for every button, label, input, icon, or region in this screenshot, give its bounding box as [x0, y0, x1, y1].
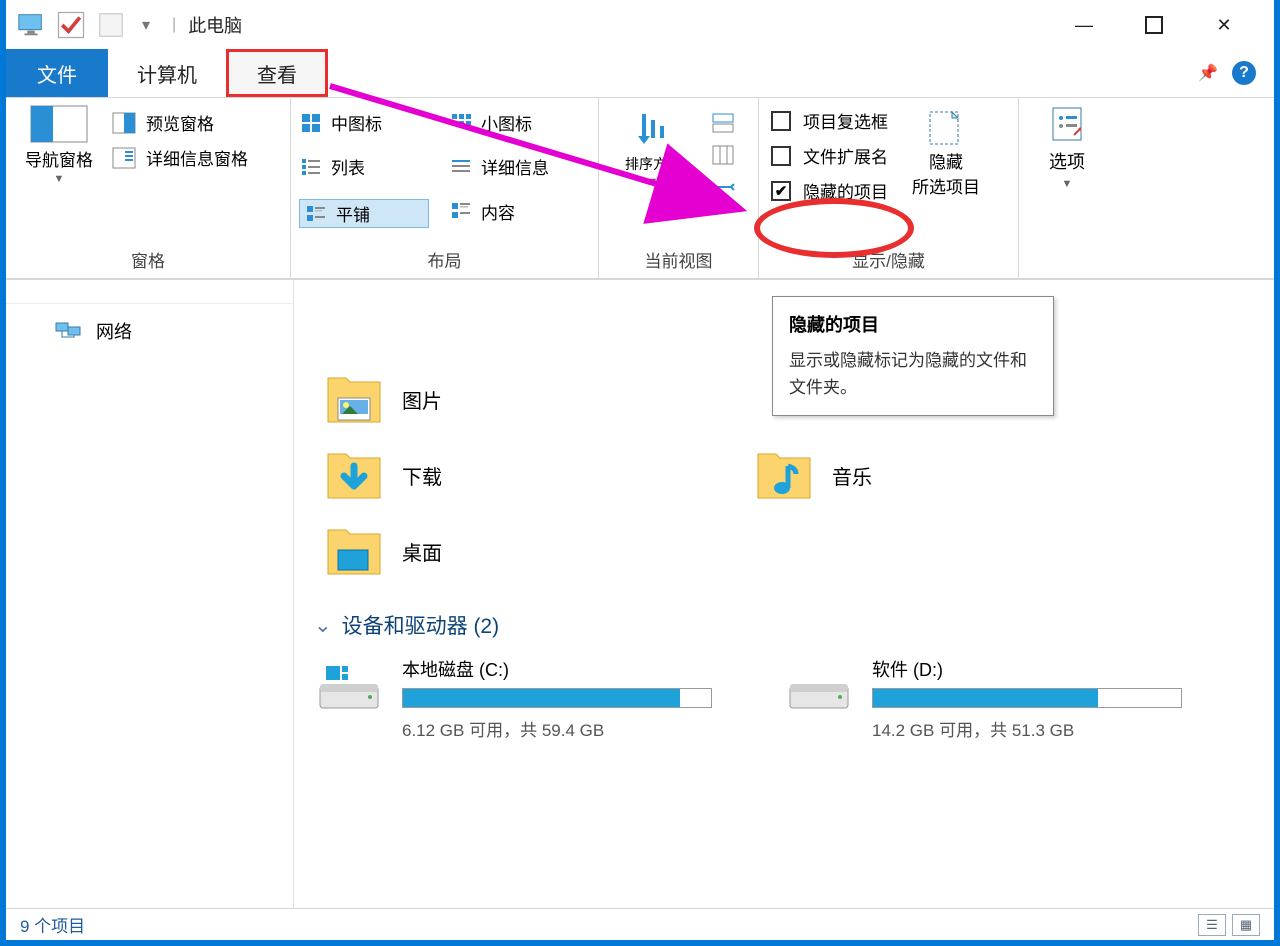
options-button[interactable]: 选项 ▼ — [1047, 104, 1087, 190]
drive-usage-bar — [872, 688, 1182, 708]
ribbon: 导航窗格 ▼ 预览窗格 详细信息窗格 窗格 中图标 — [6, 98, 1274, 280]
layout-details[interactable]: 详细信息 — [449, 154, 579, 179]
tab-file[interactable]: 文件 — [6, 49, 108, 97]
details-pane-button[interactable]: 详细信息窗格 — [112, 145, 248, 170]
chevron-down-icon: ⌄ — [314, 613, 332, 638]
folder-icon — [754, 448, 814, 502]
tooltip-body: 显示或隐藏标记为隐藏的文件和文件夹。 — [789, 347, 1037, 401]
hide-selected-button[interactable]: 隐藏 所选项目 — [902, 108, 990, 198]
help-icon[interactable]: ? — [1232, 61, 1256, 85]
drive-usage-bar — [402, 688, 712, 708]
titlebar: ▾ | 此电脑 — ✕ — [6, 0, 1274, 50]
qat-dropdown-icon[interactable]: ▾ — [136, 15, 156, 35]
folder-music[interactable]: 音乐 — [744, 442, 1174, 508]
checkbox-hidden-items[interactable]: 隐藏的项目 — [771, 178, 888, 203]
folder-pictures[interactable]: 图片 — [314, 366, 744, 432]
navigation-sidebar: 网络 — [6, 280, 294, 908]
size-columns-icon[interactable] — [711, 176, 735, 198]
status-item-count: 9 个项目 — [20, 912, 85, 937]
blank-qat-icon[interactable] — [96, 10, 126, 40]
folder-desktop[interactable]: 桌面 — [314, 518, 744, 584]
status-bar: 9 个项目 ☰ ▦ — [6, 908, 1274, 940]
tab-view[interactable]: 查看 — [226, 49, 328, 97]
tooltip-title: 隐藏的项目 — [789, 311, 1037, 337]
group-panes-label: 窗格 — [14, 243, 282, 276]
checkbox-item-checkboxes[interactable]: 项目复选框 — [771, 108, 888, 133]
tab-computer[interactable]: 计算机 — [108, 49, 226, 97]
folder-icon — [324, 372, 384, 426]
layout-small[interactable]: 小图标 — [449, 110, 579, 135]
folder-icon — [324, 448, 384, 502]
drive-d[interactable]: 软件 (D:) 14.2 GB 可用，共 51.3 GB — [784, 656, 1204, 741]
group-showhide-label: 显示/隐藏 — [767, 243, 1010, 276]
layout-tiles[interactable]: 平铺 — [299, 199, 429, 228]
layout-medium[interactable]: 中图标 — [299, 110, 429, 135]
add-columns-icon[interactable] — [711, 144, 735, 166]
folder-icon — [324, 524, 384, 578]
ribbon-tabs: 文件 计算机 查看 📌 ? — [6, 50, 1274, 98]
drive-icon — [784, 660, 854, 716]
drive-icon — [314, 660, 384, 716]
layout-list[interactable]: 列表 — [299, 154, 429, 179]
group-header-devices[interactable]: ⌄ 设备和驱动器 (2) — [314, 610, 1274, 640]
maximize-button[interactable] — [1134, 5, 1174, 45]
monitor-icon[interactable] — [16, 10, 46, 40]
sidebar-item-network[interactable]: 网络 — [6, 312, 293, 350]
layout-content[interactable]: 内容 — [449, 199, 579, 224]
checkbox-qat-icon[interactable] — [56, 10, 86, 40]
close-button[interactable]: ✕ — [1204, 5, 1244, 45]
drive-c[interactable]: 本地磁盘 (C:) 6.12 GB 可用，共 59.4 GB — [314, 656, 734, 741]
view-large-button[interactable]: ▦ — [1232, 914, 1260, 936]
group-by-icon[interactable] — [711, 112, 735, 134]
folder-downloads[interactable]: 下载 — [314, 442, 744, 508]
preview-pane-button[interactable]: 预览窗格 — [112, 110, 248, 135]
tooltip: 隐藏的项目 显示或隐藏标记为隐藏的文件和文件夹。 — [772, 296, 1054, 416]
minimize-button[interactable]: — — [1064, 5, 1104, 45]
window-title: 此电脑 — [188, 12, 242, 38]
sort-by-button[interactable]: 排序方式 ▼ — [607, 108, 699, 188]
network-icon — [54, 319, 84, 343]
pin-icon[interactable]: 📌 — [1198, 63, 1218, 83]
checkbox-file-extensions[interactable]: 文件扩展名 — [771, 143, 888, 168]
view-details-button[interactable]: ☰ — [1198, 914, 1226, 936]
navigation-pane-button[interactable]: 导航窗格 ▼ — [14, 104, 104, 185]
group-currentview-label: 当前视图 — [607, 243, 750, 276]
group-layout-label: 布局 — [299, 243, 590, 276]
